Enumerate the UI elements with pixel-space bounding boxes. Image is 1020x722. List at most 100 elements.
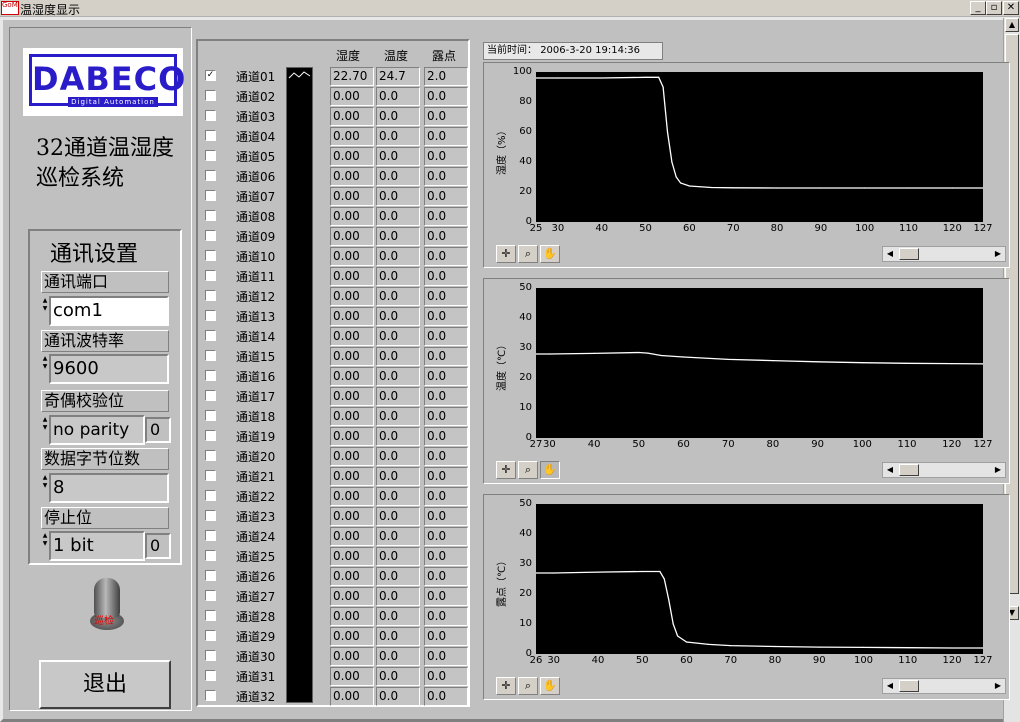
patrol-toggle-switch[interactable]: 巡检 xyxy=(90,578,126,634)
header-temperature: 温度 xyxy=(384,49,409,63)
temperature-cell: 0.0 xyxy=(376,527,420,546)
channel-checkbox[interactable] xyxy=(205,670,216,681)
x-tick-label: 60 xyxy=(683,223,696,234)
crosshair-icon[interactable]: ✛ xyxy=(496,245,516,263)
exit-button[interactable]: 退出 xyxy=(39,660,171,709)
plot-area[interactable] xyxy=(535,504,984,654)
x-tick-label: 50 xyxy=(635,655,649,666)
x-tick-label: 40 xyxy=(587,439,601,450)
crosshair-icon[interactable]: ✛ xyxy=(496,461,516,479)
scroll-right-icon[interactable]: ▶ xyxy=(991,679,1005,693)
scroll-left-icon[interactable]: ◀ xyxy=(883,679,897,693)
channel-name: 通道02 xyxy=(236,90,276,104)
channel-checkbox[interactable] xyxy=(205,650,216,661)
chart-horizontal-scrollbar[interactable]: ◀ ▶ xyxy=(882,678,1006,694)
data-point xyxy=(864,187,866,189)
channel-checkbox[interactable]: ✓ xyxy=(205,70,216,81)
channel-checkbox[interactable] xyxy=(205,90,216,101)
data-point xyxy=(820,187,822,189)
chart-horizontal-scrollbar[interactable]: ◀ ▶ xyxy=(882,462,1006,478)
channel-checkbox[interactable] xyxy=(205,350,216,361)
stopbit-spinner-icon[interactable]: ▲ ▼ xyxy=(41,532,49,562)
channel-name: 通道21 xyxy=(236,470,276,484)
databits-spinner-icon[interactable]: ▲ ▼ xyxy=(41,474,49,504)
channel-checkbox[interactable] xyxy=(205,530,216,541)
humidity-cell: 0.00 xyxy=(330,427,374,446)
plot-area[interactable] xyxy=(535,288,984,438)
zoom-icon[interactable]: ⌕ xyxy=(518,245,538,263)
channel-checkbox[interactable] xyxy=(205,130,216,141)
channel-checkbox[interactable] xyxy=(205,190,216,201)
scroll-up-icon[interactable]: ▲ xyxy=(1005,18,1019,32)
channel-checkbox[interactable] xyxy=(205,410,216,421)
channel-name: 通道22 xyxy=(236,490,276,504)
channel-name: 通道28 xyxy=(236,610,276,624)
channel-checkbox[interactable] xyxy=(205,590,216,601)
channel-checkbox[interactable] xyxy=(205,150,216,161)
hand-icon[interactable]: ✋ xyxy=(540,677,560,695)
port-field[interactable]: com1 xyxy=(49,296,169,326)
scroll-right-icon[interactable]: ▶ xyxy=(991,247,1005,261)
channel-checkbox[interactable] xyxy=(205,510,216,521)
channel-checkbox[interactable] xyxy=(205,430,216,441)
channel-checkbox[interactable] xyxy=(205,690,216,701)
scroll-left-icon[interactable]: ◀ xyxy=(883,247,897,261)
channel-checkbox[interactable] xyxy=(205,270,216,281)
channel-checkbox[interactable] xyxy=(205,110,216,121)
chart-scroll-thumb[interactable] xyxy=(899,248,919,260)
channel-checkbox[interactable] xyxy=(205,570,216,581)
stopbit-field[interactable]: 1 bit xyxy=(49,531,145,561)
data-point xyxy=(682,356,685,358)
databits-field[interactable]: 8 xyxy=(49,473,169,503)
app-icon: GoMe xyxy=(1,1,19,15)
chart-horizontal-scrollbar[interactable]: ◀ ▶ xyxy=(882,246,1006,262)
parity-field[interactable]: no parity xyxy=(49,415,145,445)
channel-checkbox[interactable] xyxy=(205,630,216,641)
x-tick-label: 60 xyxy=(677,439,690,450)
channel-checkbox[interactable] xyxy=(205,490,216,501)
data-point xyxy=(951,363,953,365)
port-spinner-icon[interactable]: ▲ ▼ xyxy=(41,297,49,327)
data-point xyxy=(668,599,670,601)
baud-field[interactable]: 9600 xyxy=(49,354,169,384)
crosshair-icon[interactable]: ✛ xyxy=(496,677,516,695)
line-chart xyxy=(535,351,984,365)
humidity-cell: 0.00 xyxy=(330,127,374,146)
chart-scroll-thumb[interactable] xyxy=(899,680,919,692)
humidity-cell: 0.00 xyxy=(330,607,374,626)
temperature-cell: 0.0 xyxy=(376,607,420,626)
hand-icon[interactable]: ✋ xyxy=(540,245,560,263)
data-point xyxy=(645,76,647,78)
channel-checkbox[interactable] xyxy=(205,250,216,261)
channel-checkbox[interactable] xyxy=(205,290,216,301)
channel-checkbox[interactable] xyxy=(205,310,216,321)
channel-checkbox[interactable] xyxy=(205,610,216,621)
table-row: 通道04 0.00 0.0 0.0 xyxy=(198,127,468,147)
y-tick-label: 50 xyxy=(519,498,532,509)
restore-button[interactable]: ▫ xyxy=(986,1,1002,15)
hand-icon[interactable]: ✋ xyxy=(540,461,560,479)
baud-spinner-icon[interactable]: ▲ ▼ xyxy=(41,355,49,385)
current-time-label: 当前时间： xyxy=(487,45,537,56)
channel-checkbox[interactable] xyxy=(205,370,216,381)
channel-checkbox[interactable] xyxy=(205,330,216,341)
channel-checkbox[interactable] xyxy=(205,390,216,401)
channel-checkbox[interactable] xyxy=(205,210,216,221)
plot-area[interactable] xyxy=(535,72,984,222)
minimize-button[interactable]: _ xyxy=(970,1,986,15)
channel-checkbox[interactable] xyxy=(205,450,216,461)
channel-checkbox[interactable] xyxy=(205,170,216,181)
parity-spinner-icon[interactable]: ▲ ▼ xyxy=(41,416,49,446)
humidity-cell: 0.00 xyxy=(330,87,374,106)
close-button[interactable]: ✕ xyxy=(1003,1,1019,15)
zoom-icon[interactable]: ⌕ xyxy=(518,461,538,479)
scroll-right-icon[interactable]: ▶ xyxy=(991,463,1005,477)
scroll-left-icon[interactable]: ◀ xyxy=(883,463,897,477)
channel-checkbox[interactable] xyxy=(205,230,216,241)
comm-settings-group: 通讯设置 通讯端口 ▲ ▼ com1 通讯波特率 ▲ ▼ 9600 奇偶校验位 ▲ ▼… xyxy=(28,229,182,565)
zoom-icon[interactable]: ⌕ xyxy=(518,677,538,695)
dewpoint-cell: 0.0 xyxy=(424,487,468,506)
chart-scroll-thumb[interactable] xyxy=(899,464,919,476)
channel-checkbox[interactable] xyxy=(205,470,216,481)
channel-checkbox[interactable] xyxy=(205,550,216,561)
